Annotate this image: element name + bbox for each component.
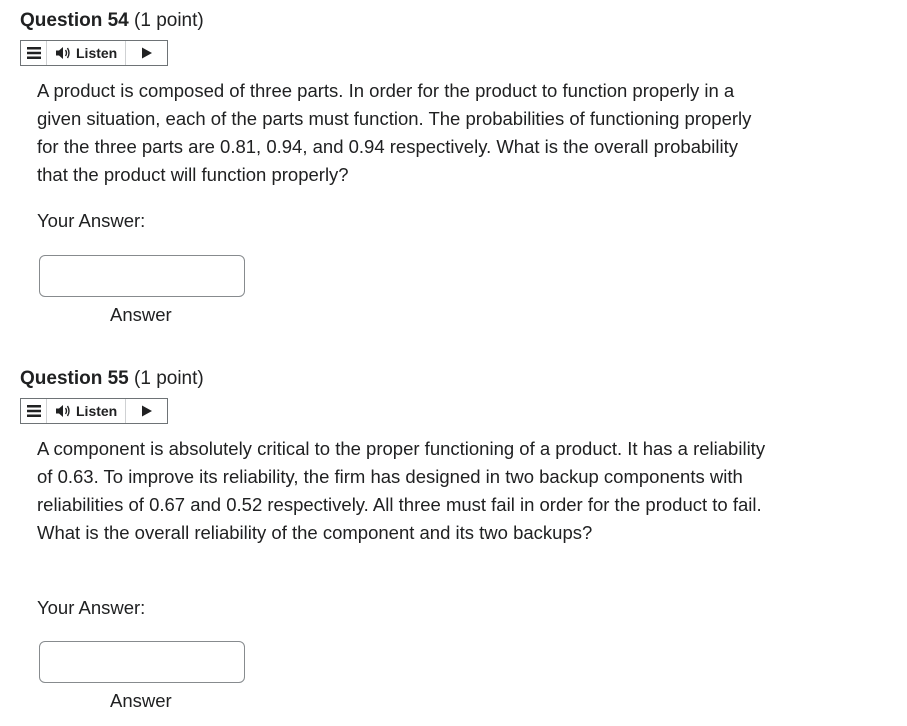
listen-label: Listen (76, 45, 118, 61)
listen-button[interactable]: Listen (47, 399, 127, 423)
answer-input[interactable] (39, 641, 245, 683)
question-points: (1 point) (134, 10, 204, 31)
answer-input[interactable] (39, 255, 245, 297)
listen-toolbar: Listen (20, 40, 168, 66)
your-answer-label: Your Answer: (37, 597, 146, 618)
play-button[interactable] (126, 399, 167, 423)
play-icon (141, 47, 152, 59)
listen-menu-button[interactable] (21, 399, 47, 423)
question-title: Question 54 (1 point) (20, 9, 204, 33)
question-title: Question 55 (1 point) (20, 367, 204, 391)
listen-label: Listen (76, 403, 118, 419)
question-text: A component is absolutely critical to th… (37, 438, 766, 543)
answer-caption: Answer (110, 304, 172, 325)
listen-button[interactable]: Listen (47, 41, 127, 65)
speaker-icon (56, 405, 70, 417)
question-text: A product is composed of three parts. In… (37, 80, 752, 185)
question-55: Question 55 (1 point) Listen A component… (0, 367, 907, 726)
menu-icon (26, 405, 41, 417)
question-number: Question 55 (20, 368, 129, 389)
play-icon (141, 405, 152, 417)
answer-caption: Answer (110, 690, 172, 711)
menu-icon (26, 47, 41, 59)
listen-toolbar: Listen (20, 398, 168, 424)
question-number: Question 54 (20, 10, 129, 31)
question-54: Question 54 (1 point) Listen A product i… (0, 9, 907, 339)
your-answer-label: Your Answer: (37, 210, 146, 231)
play-button[interactable] (126, 41, 167, 65)
listen-menu-button[interactable] (21, 41, 47, 65)
speaker-icon (56, 47, 70, 59)
question-points: (1 point) (134, 368, 204, 389)
